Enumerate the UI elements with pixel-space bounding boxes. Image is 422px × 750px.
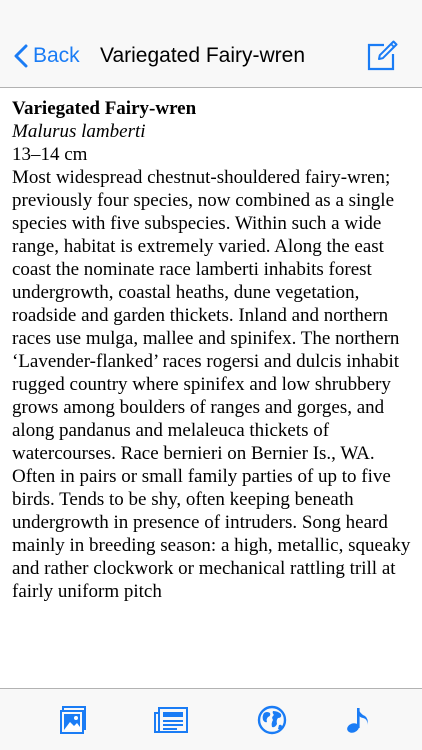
image-icon xyxy=(60,706,86,734)
article-button[interactable] xyxy=(153,705,189,735)
species-size: 13–14 cm xyxy=(12,144,88,165)
compose-icon xyxy=(367,40,398,71)
edit-button[interactable] xyxy=(366,40,398,72)
chevron-left-icon xyxy=(14,44,28,68)
back-button-label: Back xyxy=(33,44,80,67)
bottom-toolbar xyxy=(0,688,422,750)
globe-icon xyxy=(257,705,287,735)
species-description: Most widespread chestnut-shouldered fair… xyxy=(12,167,411,602)
page-title: Variegated Fairy-wren xyxy=(100,44,306,67)
music-note-icon xyxy=(347,708,368,733)
article-icon xyxy=(154,707,188,733)
back-button[interactable]: Back xyxy=(14,40,80,72)
species-common-name: Variegated Fairy-wren xyxy=(12,98,197,119)
image-button[interactable] xyxy=(59,705,89,735)
map-button[interactable] xyxy=(257,705,287,735)
navigation-bar: Back Variegated Fairy-wren xyxy=(0,0,422,88)
species-scientific-name: Malurus lamberti xyxy=(12,121,146,142)
sound-button[interactable] xyxy=(343,705,373,735)
species-content[interactable]: Variegated Fairy-wren Malurus lamberti 1… xyxy=(0,88,422,688)
